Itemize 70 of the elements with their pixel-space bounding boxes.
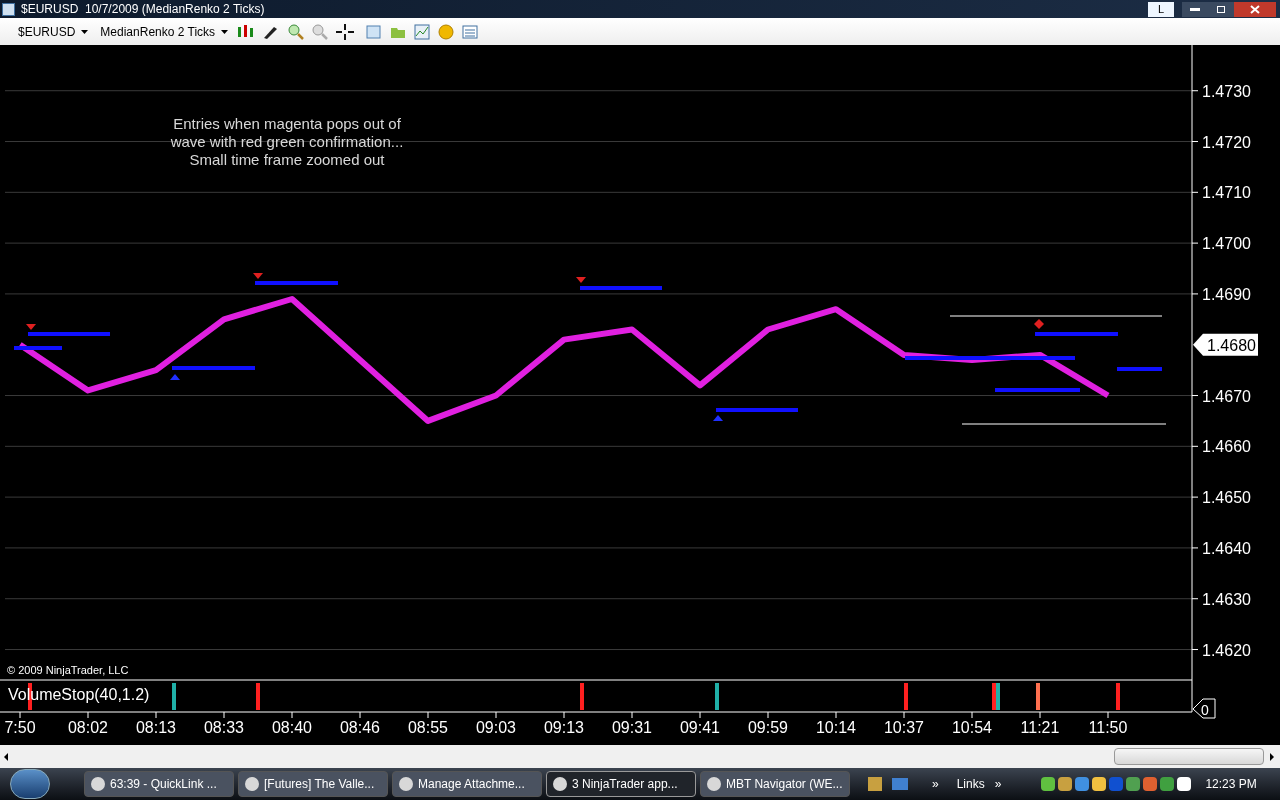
toolbar-chevron[interactable]: » (932, 775, 939, 793)
app-icon (91, 777, 105, 791)
time-axis-label: 09:03 (476, 719, 516, 736)
time-axis-label: 08:46 (340, 719, 380, 736)
caret-icon (221, 29, 229, 34)
layout-button[interactable]: L (1148, 1, 1174, 17)
time-axis-label: 09:31 (612, 719, 652, 736)
scrollbar-thumb[interactable] (1114, 748, 1264, 765)
time-axis-label: 11:50 (1088, 719, 1128, 736)
candlestick-icon[interactable] (236, 23, 255, 40)
tray-icon[interactable] (1041, 777, 1056, 791)
time-axis-label: 10:54 (952, 719, 992, 736)
time-axis-label: 11:21 (1020, 719, 1060, 736)
period-dropdown[interactable]: MedianRenko 2 Ticks (100, 22, 229, 41)
close-icon (1250, 4, 1260, 14)
chart-icon[interactable] (414, 23, 431, 40)
taskbar-item[interactable]: MBT Navigator (WE... (700, 771, 850, 797)
clock[interactable]: 12:23 PM (1205, 775, 1257, 793)
price-axis-label: 1.4620 (1202, 641, 1251, 659)
scroll-left-icon[interactable] (4, 752, 8, 761)
price-axis-label: 1.4660 (1202, 438, 1251, 456)
maximize-button[interactable] (1208, 1, 1234, 17)
app-icon (553, 777, 567, 791)
app-icon (707, 777, 721, 791)
taskbar-item[interactable]: 3 NinjaTrader app... (546, 771, 696, 797)
price-axis-label: 1.4710 (1202, 184, 1251, 202)
price-axis-label: 1.4700 (1202, 235, 1251, 253)
time-axis-label: 10:37 (884, 719, 924, 736)
time-axis-label: 10:14 (816, 719, 856, 736)
time-axis-label: 08:33 (204, 719, 244, 736)
price-axis-label: 1.4670 (1202, 387, 1251, 405)
time-axis-label: 08:40 (272, 719, 312, 736)
minimize-button[interactable] (1182, 1, 1208, 17)
time-axis-label: 09:13 (544, 719, 584, 736)
copyright-text: © 2009 NinjaTrader, LLC (7, 664, 129, 676)
price-axis-label: 1.4720 (1202, 133, 1251, 151)
taskbar-item[interactable]: Manage Attachme... (392, 771, 542, 797)
price-axis-label: 1.4630 (1202, 590, 1251, 608)
instrument-dropdown[interactable]: $EURUSD (18, 22, 89, 41)
time-axis-label: 08:02 (68, 719, 108, 736)
start-button[interactable] (10, 769, 50, 799)
tray-icon[interactable] (1058, 777, 1073, 791)
window-title: $EURUSD 10/7/2009 (MedianRenko 2 Ticks) (21, 1, 265, 18)
indicator-value-marker: 0 (1192, 698, 1216, 719)
price-axis-label: 1.4690 (1202, 285, 1251, 303)
coin-icon[interactable] (438, 23, 455, 40)
zoom-in-icon[interactable] (288, 23, 305, 40)
time-axis-label: 7:50 (4, 719, 36, 736)
app-icon (245, 777, 259, 791)
tray-icon[interactable] (1092, 777, 1107, 791)
scroll-right-icon[interactable] (1270, 752, 1274, 761)
close-button[interactable] (1234, 1, 1276, 17)
time-axis-label: 08:13 (136, 719, 176, 736)
chart-annotation: Entries when magenta pops out of wave with red green confirmation... Small time frame zoomed out (170, 115, 404, 168)
price-axis-label: 1.4650 (1202, 489, 1251, 507)
taskbar-item[interactable]: [Futures] The Valle... (238, 771, 388, 797)
chart-app-icon (2, 2, 15, 16)
tray-icon[interactable] (1177, 777, 1192, 791)
app-icon (399, 777, 413, 791)
links-toolbar[interactable]: Links (956, 775, 985, 793)
time-axis-label: 08:55 (408, 719, 448, 736)
time-axis-label: 09:59 (748, 719, 788, 736)
price-marker: 1.4680 (1193, 333, 1258, 356)
time-axis-label: 09:41 (680, 719, 720, 736)
taskbar-item[interactable]: 63:39 - QuickLink ... (84, 771, 234, 797)
horizontal-scrollbar[interactable] (0, 745, 1280, 768)
price-axis-label: 1.4640 (1202, 539, 1251, 557)
caret-icon (81, 29, 89, 34)
links-chevron[interactable]: » (994, 775, 1002, 793)
price-axis-label: 1.4730 (1202, 82, 1251, 100)
